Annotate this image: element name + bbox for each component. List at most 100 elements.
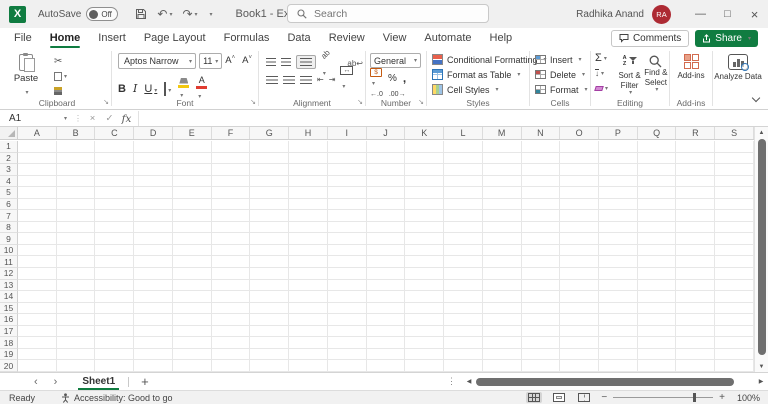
cell-L7[interactable] bbox=[444, 210, 483, 222]
cell-N16[interactable] bbox=[522, 314, 561, 326]
column-header-J[interactable]: J bbox=[367, 127, 406, 139]
menu-tab-view[interactable]: View bbox=[374, 28, 416, 48]
cell-M13[interactable] bbox=[483, 280, 522, 292]
cell-O1[interactable] bbox=[560, 141, 599, 153]
cell-I2[interactable] bbox=[328, 153, 367, 165]
cell-G8[interactable] bbox=[250, 222, 289, 234]
cell-A15[interactable] bbox=[18, 303, 57, 315]
cell-I8[interactable] bbox=[328, 222, 367, 234]
cell-D9[interactable] bbox=[134, 233, 173, 245]
cell-C8[interactable] bbox=[95, 222, 134, 234]
cell-Q18[interactable] bbox=[638, 337, 677, 349]
cell-G10[interactable] bbox=[250, 245, 289, 257]
decrease-indent-button[interactable]: ⇤ bbox=[317, 75, 324, 84]
cell-B3[interactable] bbox=[57, 164, 96, 176]
insert-button[interactable]: Insert bbox=[535, 52, 590, 67]
cell-M1[interactable] bbox=[483, 141, 522, 153]
align-left-button[interactable] bbox=[266, 76, 278, 84]
cell-J2[interactable] bbox=[367, 153, 406, 165]
increase-font-size-button[interactable]: A˄ bbox=[225, 55, 239, 66]
column-header-L[interactable]: L bbox=[444, 127, 483, 139]
row-header-10[interactable]: 10 bbox=[0, 245, 18, 257]
cell-E13[interactable] bbox=[173, 280, 212, 292]
font-dialog-launcher[interactable]: ↘ bbox=[250, 98, 256, 106]
cell-L16[interactable] bbox=[444, 314, 483, 326]
cell-K10[interactable] bbox=[405, 245, 444, 257]
cell-K12[interactable] bbox=[405, 268, 444, 280]
cell-L14[interactable] bbox=[444, 291, 483, 303]
cell-A3[interactable] bbox=[18, 164, 57, 176]
cell-K20[interactable] bbox=[405, 360, 444, 372]
cell-B8[interactable] bbox=[57, 222, 96, 234]
cell-B20[interactable] bbox=[57, 360, 96, 372]
cell-C7[interactable] bbox=[95, 210, 134, 222]
new-sheet-button[interactable]: + bbox=[141, 374, 149, 389]
cell-J1[interactable] bbox=[367, 141, 406, 153]
cell-H9[interactable] bbox=[289, 233, 328, 245]
cell-Q19[interactable] bbox=[638, 349, 677, 361]
center-button[interactable] bbox=[283, 76, 295, 84]
cell-K8[interactable] bbox=[405, 222, 444, 234]
cell-H14[interactable] bbox=[289, 291, 328, 303]
cell-B5[interactable] bbox=[57, 187, 96, 199]
cell-J17[interactable] bbox=[367, 326, 406, 338]
cell-J19[interactable] bbox=[367, 349, 406, 361]
column-header-N[interactable]: N bbox=[522, 127, 561, 139]
cell-K11[interactable] bbox=[405, 256, 444, 268]
zoom-in-button[interactable]: + bbox=[719, 392, 725, 403]
cell-B13[interactable] bbox=[57, 280, 96, 292]
cell-H18[interactable] bbox=[289, 337, 328, 349]
cell-F11[interactable] bbox=[212, 256, 251, 268]
row-header-11[interactable]: 11 bbox=[0, 256, 18, 268]
row-header-18[interactable]: 18 bbox=[0, 337, 18, 349]
cell-K3[interactable] bbox=[405, 164, 444, 176]
cell-J11[interactable] bbox=[367, 256, 406, 268]
cell-G7[interactable] bbox=[250, 210, 289, 222]
cell-S8[interactable] bbox=[715, 222, 754, 234]
cell-N14[interactable] bbox=[522, 291, 561, 303]
menu-tab-file[interactable]: File bbox=[5, 28, 41, 48]
cell-A5[interactable] bbox=[18, 187, 57, 199]
row-header-3[interactable]: 3 bbox=[0, 164, 18, 176]
cell-E10[interactable] bbox=[173, 245, 212, 257]
cell-P8[interactable] bbox=[599, 222, 638, 234]
cell-E1[interactable] bbox=[173, 141, 212, 153]
cell-N17[interactable] bbox=[522, 326, 561, 338]
row-header-14[interactable]: 14 bbox=[0, 291, 18, 303]
cell-A1[interactable] bbox=[18, 141, 57, 153]
scroll-left-icon[interactable]: ◀ bbox=[464, 378, 474, 385]
cell-E11[interactable] bbox=[173, 256, 212, 268]
cell-O8[interactable] bbox=[560, 222, 599, 234]
cell-N3[interactable] bbox=[522, 164, 561, 176]
scroll-right-icon[interactable]: ▶ bbox=[756, 378, 766, 385]
cell-E9[interactable] bbox=[173, 233, 212, 245]
maximize-button[interactable]: □ bbox=[714, 0, 741, 28]
menu-tab-insert[interactable]: Insert bbox=[89, 28, 135, 48]
cell-J18[interactable] bbox=[367, 337, 406, 349]
column-header-K[interactable]: K bbox=[405, 127, 444, 139]
cell-F1[interactable] bbox=[212, 141, 251, 153]
page-break-view-button[interactable] bbox=[576, 392, 592, 403]
cell-H1[interactable] bbox=[289, 141, 328, 153]
cell-Q17[interactable] bbox=[638, 326, 677, 338]
accessibility-status[interactable]: Accessibility: Good to go bbox=[61, 393, 173, 403]
column-header-Q[interactable]: Q bbox=[638, 127, 677, 139]
cell-B1[interactable] bbox=[57, 141, 96, 153]
cell-K5[interactable] bbox=[405, 187, 444, 199]
middle-align-button[interactable] bbox=[281, 58, 291, 66]
cell-A14[interactable] bbox=[18, 291, 57, 303]
addins-button[interactable]: Add-ins bbox=[677, 71, 704, 80]
cell-R17[interactable] bbox=[676, 326, 715, 338]
cell-L13[interactable] bbox=[444, 280, 483, 292]
cell-F8[interactable] bbox=[212, 222, 251, 234]
cell-C15[interactable] bbox=[95, 303, 134, 315]
cell-L1[interactable] bbox=[444, 141, 483, 153]
cell-K14[interactable] bbox=[405, 291, 444, 303]
increase-indent-button[interactable]: ⇥ bbox=[329, 75, 336, 84]
cell-K19[interactable] bbox=[405, 349, 444, 361]
cell-G2[interactable] bbox=[250, 153, 289, 165]
cell-S17[interactable] bbox=[715, 326, 754, 338]
row-header-7[interactable]: 7 bbox=[0, 210, 18, 222]
cell-B12[interactable] bbox=[57, 268, 96, 280]
cell-A10[interactable] bbox=[18, 245, 57, 257]
